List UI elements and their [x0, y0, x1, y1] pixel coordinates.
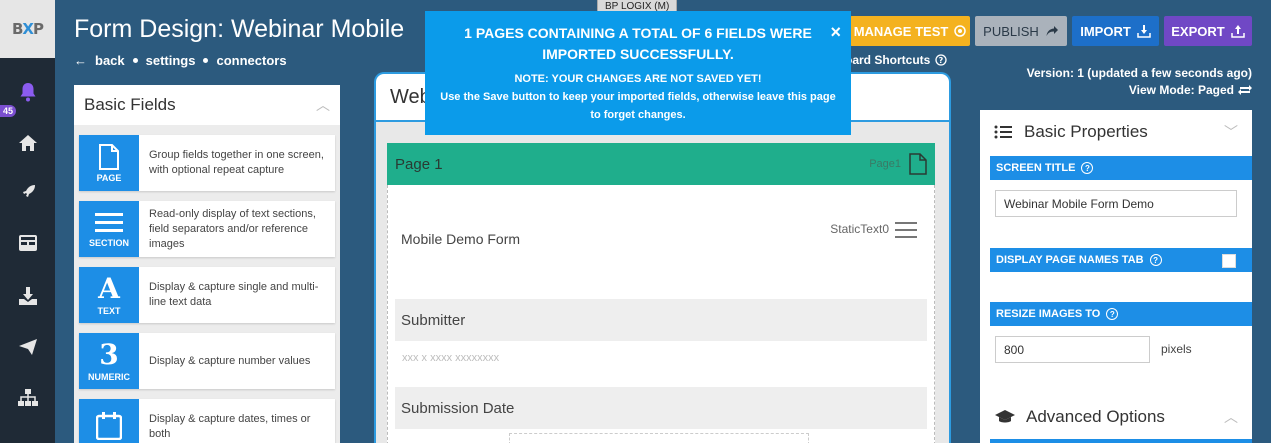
section-icon: SECTION: [79, 201, 139, 257]
separator-dot: [132, 58, 138, 63]
import-success-notification: 1 PAGES CONTAINING A TOTAL OF 6 FIELDS W…: [425, 11, 851, 135]
page-icon: PAGE: [79, 135, 139, 191]
keyboard-shortcuts-link[interactable]: oard Shortcuts ?: [845, 53, 947, 67]
help-icon[interactable]: ?: [1081, 162, 1094, 174]
submitter-field[interactable]: Submitter: [395, 299, 927, 341]
palette-item-desc: Group fields together in one screen, wit…: [149, 149, 324, 176]
notification-note: NOTE: YOUR CHANGES ARE NOT SAVED YET!: [514, 73, 762, 85]
export-button[interactable]: EXPORT: [1164, 16, 1252, 46]
page-name: Page 1: [395, 155, 443, 173]
graduation-cap-icon: [995, 410, 1015, 423]
import-icon: [1137, 24, 1151, 38]
back-link[interactable]: back: [95, 53, 125, 68]
palette-item-text[interactable]: A TEXT Display & capture single and mult…: [79, 267, 335, 323]
display-page-names-checkbox[interactable]: [1222, 254, 1236, 268]
share-icon: [1046, 26, 1058, 36]
dashboard-icon[interactable]: [0, 223, 55, 263]
page-header-bar[interactable]: Page 1 Page1: [387, 143, 935, 185]
import-button[interactable]: IMPORT: [1072, 16, 1159, 46]
resize-images-input[interactable]: 800: [995, 336, 1150, 363]
manage-test-button[interactable]: MANAGE TEST: [850, 16, 970, 46]
resize-images-label: RESIZE IMAGES TO ?: [990, 302, 1252, 326]
home-icon[interactable]: [0, 123, 55, 163]
rocket-icon[interactable]: [0, 172, 55, 212]
settings-link[interactable]: settings: [146, 53, 196, 68]
field-tag: StaticText0: [830, 222, 889, 236]
close-icon[interactable]: ×: [830, 22, 841, 43]
swap-arrows-icon: [1238, 85, 1252, 95]
help-icon[interactable]: ?: [1106, 308, 1119, 320]
chevron-up-icon[interactable]: ︿: [316, 95, 330, 115]
separator-dot: [203, 58, 209, 63]
panel-title: Basic Fields: [84, 95, 176, 114]
submitter-placeholder: xxx x xxxx xxxxxxxx: [402, 352, 500, 364]
advanced-options-bar: [990, 439, 1252, 443]
palette-item-desc: Read-only display of text sections, fiel…: [149, 207, 316, 250]
bpx-logo[interactable]: BXP: [0, 0, 55, 58]
text-icon: A TEXT: [79, 267, 139, 323]
table-placeholder: [509, 433, 809, 443]
publish-button[interactable]: PUBLISH: [975, 16, 1067, 46]
pixels-unit-label: pixels: [1161, 342, 1192, 356]
basic-properties-panel: Basic Properties ﹀ SCREEN TITLE ? Webina…: [980, 110, 1252, 443]
numeric-icon: 3 NUMERIC: [79, 333, 139, 389]
drag-handle-icon[interactable]: [895, 221, 917, 239]
field-palette: PAGE Group fields together in one screen…: [74, 125, 340, 443]
page-tag: Page1: [869, 158, 901, 170]
palette-item-numeric[interactable]: 3 NUMERIC Display & capture number value…: [79, 333, 335, 389]
palette-item-desc: Display & capture single and multi-line …: [149, 281, 319, 308]
page-content: Mobile Demo Form StaticText0 Submitter x…: [387, 185, 935, 443]
chevron-down-icon[interactable]: ﹀: [1224, 122, 1238, 142]
side-nav: BXP 45: [0, 0, 55, 443]
basic-fields-header[interactable]: Basic Fields ︿: [74, 85, 340, 125]
static-text-field[interactable]: Mobile Demo Form: [401, 231, 520, 247]
list-icon: [994, 125, 1012, 139]
back-arrow-icon[interactable]: ←: [74, 53, 87, 68]
palette-item-desc: Display & capture number values: [149, 354, 311, 367]
palette-item-date[interactable]: Display & capture dates, times or both: [79, 399, 335, 443]
version-text: Version: 1 (updated a few seconds ago): [1026, 66, 1252, 80]
palette-item-page[interactable]: PAGE Group fields together in one screen…: [79, 135, 335, 191]
help-icon[interactable]: ?: [1149, 254, 1162, 266]
advanced-options-header[interactable]: Advanced Options ︿: [980, 402, 1252, 432]
canvas-body: Page 1 Page1 Mobile Demo Form StaticText…: [376, 122, 949, 443]
target-icon: [954, 25, 967, 37]
page-title: Form Design: Webinar Mobile: [74, 15, 405, 43]
notification-body: Use the Save button to keep your importe…: [440, 91, 836, 121]
display-page-names-label: DISPLAY PAGE NAMES TAB ?: [990, 248, 1252, 272]
page-icon: [909, 153, 927, 175]
connectors-link[interactable]: connectors: [216, 53, 286, 68]
submission-date-field[interactable]: Submission Date: [395, 387, 927, 429]
export-icon: [1230, 24, 1245, 38]
palette-item-desc: Display & capture dates, times or both: [149, 413, 311, 440]
basic-fields-panel: Basic Fields ︿ PAGE Group fields togethe…: [74, 85, 340, 443]
screen-title-input[interactable]: Webinar Mobile Form Demo: [995, 190, 1237, 217]
svg-text:?: ?: [939, 56, 944, 65]
help-icon: ?: [935, 54, 947, 66]
calendar-icon: [79, 399, 139, 443]
send-icon[interactable]: [0, 327, 55, 367]
panel-title: Basic Properties: [1024, 122, 1148, 141]
chevron-up-icon[interactable]: ︿: [1224, 407, 1238, 427]
screen-title-label: SCREEN TITLE ?: [990, 156, 1252, 180]
basic-properties-header[interactable]: Basic Properties ﹀: [980, 110, 1252, 154]
notification-title: 1 PAGES CONTAINING A TOTAL OF 6 FIELDS W…: [464, 25, 812, 62]
org-chart-icon[interactable]: [0, 378, 55, 418]
view-mode-toggle[interactable]: View Mode: Paged: [1129, 83, 1252, 97]
header-links: ← back settings connectors: [74, 53, 287, 68]
palette-item-section[interactable]: SECTION Read-only display of text sectio…: [79, 201, 335, 257]
download-tray-icon[interactable]: [0, 276, 55, 316]
notification-count-badge: 45: [0, 105, 17, 117]
